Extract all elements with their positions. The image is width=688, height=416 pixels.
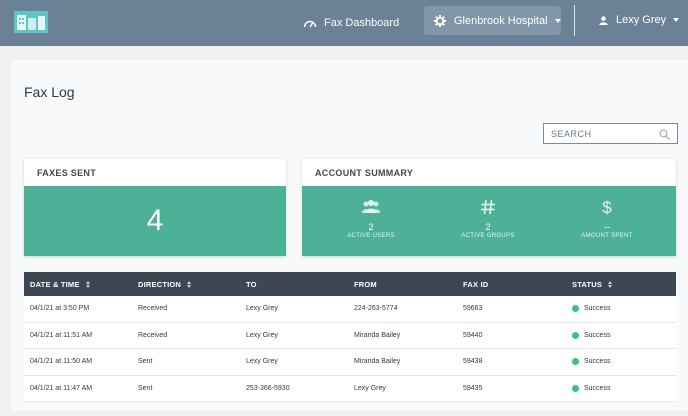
cell-direction: Sent [138,384,153,392]
sort-icon[interactable] [187,280,192,288]
table-row[interactable]: 04/1/21 at 3:50 PM Received Lexy Grey 22… [24,296,676,323]
column-header-from-label: FROM [354,279,377,289]
user-icon [599,15,608,25]
column-header-status-label: STATUS [572,279,603,289]
cell-to: Lexy Grey [246,358,278,366]
status-text: Success [584,358,611,366]
column-header-fax-id: FAX ID [463,280,488,289]
hospital-selector[interactable]: Glenbrook Hospital [424,6,561,35]
search-input[interactable] [551,128,659,139]
active-users-label: ACTIVE USERS [347,233,395,239]
cell-from: 224-263-5774 [354,305,398,313]
column-header-status[interactable]: STATUS [572,279,613,289]
cell-fax-id: 59663 [463,305,483,313]
cell-direction: Received [138,331,168,339]
user-menu-label: Lexy Grey [616,14,667,26]
cell-status: Success [572,305,611,313]
chevron-down-icon [673,18,680,22]
status-success-icon [572,384,579,392]
nav-fax-dashboard-label: Fax Dashboard [324,17,400,29]
column-header-to: TO [246,280,257,289]
cell-date: 04/1/21 at 11:47 AM [30,384,93,392]
search-box[interactable] [543,123,678,144]
column-header-fax-id-label: FAX ID [463,279,489,289]
account-summary-header: ACCOUNT SUMMARY [302,159,676,186]
cell-date: 04/1/21 at 11:50 AM [30,358,93,366]
table-row[interactable]: 04/1/21 at 11:51 AM Received Lexy Grey M… [24,322,676,349]
cell-fax-id: 59438 [463,358,483,366]
user-menu[interactable]: Lexy Grey [599,0,680,40]
search-icon[interactable] [659,129,670,140]
amount-spent-label: AMOUNT SPENT [581,233,633,239]
logo-icon[interactable] [14,11,48,33]
hospital-selector-label: Glenbrook Hospital [454,14,548,27]
faxes-sent-header: FAXES SENT [24,159,286,186]
active-groups-stat: 2 ACTIVE GROUPS [438,199,538,239]
cell-fax-id: 59435 [463,384,483,392]
status-success-icon [572,305,579,313]
cell-status: Success [572,358,611,366]
cell-from: Miranda Bailey [354,358,401,366]
cell-direction: Sent [138,358,153,366]
cell-date: 04/1/21 at 11:51 AM [30,331,93,339]
amount-spent-value: -- [604,222,610,232]
status-text: Success [584,331,611,339]
account-summary-card: ACCOUNT SUMMARY 2 ACTIVE USERS 2 ACTIVE … [302,159,676,256]
nav-divider [574,5,575,36]
users-icon [362,200,380,213]
status-success-icon [572,358,579,366]
table-header: DATE & TIME DIRECTION TO FROM FAX ID STA… [24,272,676,296]
cell-to: Lexy Grey [246,305,278,313]
column-header-from: FROM [354,280,377,289]
table-row[interactable]: 04/1/21 at 11:50 AM Sent Lexy Grey Miran… [24,349,676,376]
cell-status: Success [572,331,611,339]
gear-icon [434,14,446,27]
active-groups-label: ACTIVE GROUPS [461,233,515,239]
status-success-icon [572,331,579,339]
column-header-date-label: DATE & TIME [30,279,80,289]
sort-icon[interactable] [608,280,613,288]
cell-to: Lexy Grey [246,331,278,339]
column-header-direction[interactable]: DIRECTION [138,279,192,289]
chevron-down-icon [554,18,561,23]
cell-to: 253-366-5930 [246,384,290,392]
nav-fax-dashboard[interactable]: Fax Dashboard [303,0,399,46]
page-title: Fax Log [24,84,75,100]
status-text: Success [584,305,611,313]
active-users-value: 2 [368,222,374,232]
column-header-date[interactable]: DATE & TIME [30,280,90,289]
faxes-sent-count: 4 [146,204,164,237]
dollar-icon: $ [602,198,612,217]
table-row[interactable]: 04/1/21 at 11:47 AM Sent 253-366-5930 Le… [24,375,676,402]
faxes-sent-card: FAXES SENT 4 [24,159,286,256]
cell-date: 04/1/21 at 3:50 PM [30,305,90,313]
column-header-direction-label: DIRECTION [138,279,182,289]
active-users-stat: 2 ACTIVE USERS [321,199,421,239]
status-text: Success [584,384,611,392]
cell-from: Lexy Grey [354,384,386,392]
top-navigation-bar: Fax Dashboard Glenbrook Hospital Lexy Gr… [0,0,688,46]
cell-from: Miranda Bailey [354,331,401,339]
amount-spent-stat: $ -- AMOUNT SPENT [557,198,657,240]
speedometer-icon [303,20,317,28]
cell-direction: Received [138,305,168,313]
main-panel: Fax Log FAXES SENT 4 ACCOUNT SUMMARY [11,60,688,411]
cell-fax-id: 59440 [463,331,483,339]
active-groups-value: 2 [485,222,491,232]
sort-icon[interactable] [85,280,90,288]
column-header-to-label: TO [246,279,257,289]
cell-status: Success [572,384,611,392]
fax-log-table: DATE & TIME DIRECTION TO FROM FAX ID STA… [24,272,676,402]
hash-icon [481,199,495,215]
